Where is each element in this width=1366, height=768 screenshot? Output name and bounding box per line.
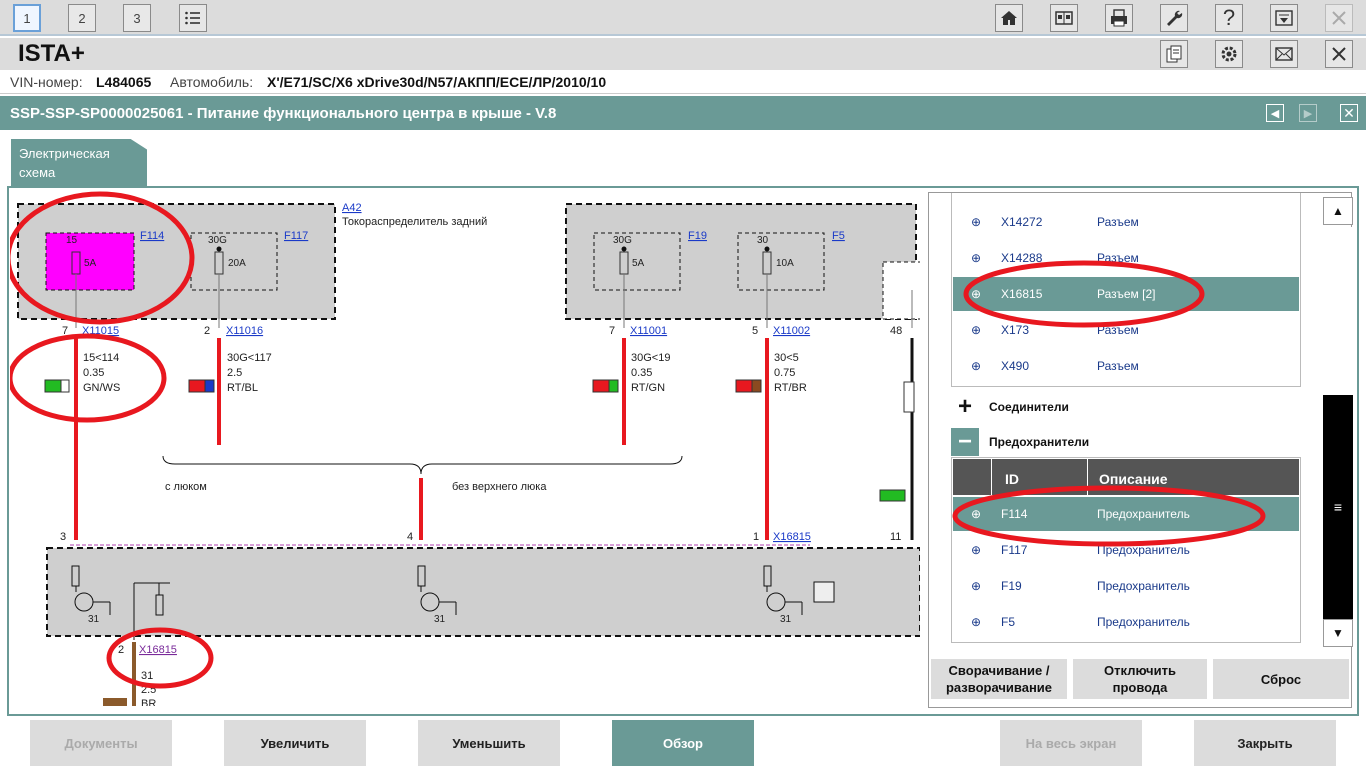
fullscreen-button[interactable]: На весь экран	[1000, 720, 1142, 766]
fuse-f19-term: 30G	[613, 235, 632, 246]
connector-x11001: X11001	[630, 325, 667, 337]
connector-x11016: X11016	[226, 325, 263, 337]
documents-icon[interactable]	[1160, 40, 1188, 68]
vehicle-info-bar: VIN-номер: L484065 Автомобиль: X'/E71/SC…	[0, 70, 1366, 94]
tab-wiring-diagram[interactable]: Электрическая схема	[11, 139, 147, 187]
help-icon[interactable]: ?	[1215, 4, 1243, 32]
tab-label-line2: схема	[19, 165, 56, 180]
close-app-icon[interactable]	[1325, 40, 1353, 68]
fuse-f114-label: F114	[140, 230, 164, 242]
highlight-connector-x16815	[963, 260, 1205, 328]
wire-1-size: 0.35	[83, 367, 104, 379]
tab-label-line1: Электрическая	[19, 146, 110, 161]
close-icon[interactable]	[1325, 4, 1353, 32]
wire-1-signal: 15<114	[83, 352, 119, 364]
wire-2-color: RT/BL	[227, 382, 258, 394]
partial-fuse-box	[882, 261, 920, 320]
fuse-f117-rating: 20A	[228, 258, 246, 269]
overview-button[interactable]: Обзор	[612, 720, 754, 766]
variant-without-sunroof: без верхнего люка	[452, 481, 547, 493]
pin-x11016: 2	[204, 325, 210, 337]
next-icon[interactable]: ▶	[1299, 104, 1317, 122]
variant-with-sunroof: с люком	[165, 481, 207, 493]
tab-1-button[interactable]: 1	[13, 4, 41, 32]
connector-x11002: X11002	[773, 325, 810, 337]
tab-3-button[interactable]: 3	[123, 4, 151, 32]
wire-4-size: 0.75	[774, 367, 795, 379]
fuse-f19-rating: 5A	[632, 258, 645, 269]
lower-pin-11: 11	[890, 531, 901, 543]
panel-highlights	[952, 260, 1266, 547]
close-document-icon[interactable]: ✕	[1340, 104, 1358, 122]
fuse-f117-term: 30G	[208, 235, 227, 246]
bottom-connector: X16815	[139, 644, 177, 656]
ground-label-3: 31	[780, 614, 792, 625]
book-icon[interactable]	[1050, 4, 1078, 32]
pin-x11001: 7	[609, 325, 615, 337]
distribution-box-right	[565, 203, 917, 320]
home-icon[interactable]	[995, 4, 1023, 32]
wiring-diagram[interactable]: A42 Токораспределитель задний F114 15 5A…	[10, 190, 920, 706]
app-title: ISTA+	[18, 40, 85, 67]
fuse-f114-rating: 5A	[84, 258, 97, 269]
pin-48: 48	[890, 325, 902, 337]
fuse-f5-label: F5	[832, 230, 845, 242]
fuse-f5-rating: 10A	[776, 258, 794, 269]
vin-value: L484065	[96, 74, 152, 90]
pin-x11002: 5	[752, 325, 758, 337]
print-icon[interactable]	[1105, 4, 1133, 32]
document-bar: SSP-SSP-SP0000025061 - Питание функциона…	[0, 96, 1366, 130]
ground-label-1: 31	[88, 614, 100, 625]
wire-1-color: GN/WS	[83, 382, 120, 394]
highlight-bottom-connector	[106, 627, 214, 689]
a42-description: Токораспределитель задний	[342, 216, 487, 228]
wire-2-size: 2.5	[227, 367, 242, 379]
wrench-icon[interactable]	[1160, 4, 1188, 32]
fuse-f5-term: 30	[757, 235, 769, 246]
lower-pin-1: 1	[753, 531, 759, 543]
mail-icon[interactable]	[1270, 40, 1298, 68]
a42-label: A42	[342, 202, 362, 214]
wire-3-signal: 30G<19	[631, 352, 670, 364]
lower-connector: X16815	[773, 531, 811, 543]
car-value: X'/E71/SC/X6 xDrive30d/N57/АКПП/ECE/ЛР/2…	[267, 74, 607, 90]
wire-4-color: RT/BR	[774, 382, 807, 394]
close-button[interactable]: Закрыть	[1194, 720, 1336, 766]
wire-3-size: 0.35	[631, 367, 652, 379]
ground-label-2: 31	[434, 614, 446, 625]
download-icon[interactable]	[1270, 4, 1298, 32]
documents-button[interactable]: Документы	[30, 720, 172, 766]
list-icon[interactable]	[179, 4, 207, 32]
vin-label: VIN-номер:	[10, 74, 83, 90]
lower-pin-3: 3	[60, 531, 66, 543]
fuse-f117-label: F117	[284, 230, 308, 242]
bottom-color: BR	[141, 698, 156, 706]
settings-icon[interactable]	[1215, 40, 1243, 68]
wire-4-signal: 30<5	[774, 352, 799, 364]
components-panel: ⊕ X14272 Разъем ⊕ X14288 Разъем ⊕ X16815 Разъе…	[928, 192, 1353, 708]
lower-pin-4: 4	[407, 531, 413, 543]
document-title: SSP-SSP-SP0000025061 - Питание функциона…	[10, 105, 557, 122]
prev-icon[interactable]: ◀	[1266, 104, 1284, 122]
fuse-f114-term: 15	[66, 235, 78, 246]
zoom-out-button[interactable]: Уменьшить	[418, 720, 560, 766]
fuse-f19-label: F19	[688, 230, 707, 242]
highlight-fuse-row-f114	[952, 485, 1266, 547]
wire-2-signal: 30G<117	[227, 352, 272, 364]
car-label: Автомобиль:	[170, 74, 254, 90]
wire-3-color: RT/GN	[631, 382, 665, 394]
bottom-signal: 31	[141, 670, 153, 682]
tab-2-button[interactable]: 2	[68, 4, 96, 32]
zoom-in-button[interactable]: Увеличить	[224, 720, 366, 766]
bottom-pin: 2	[118, 644, 124, 656]
